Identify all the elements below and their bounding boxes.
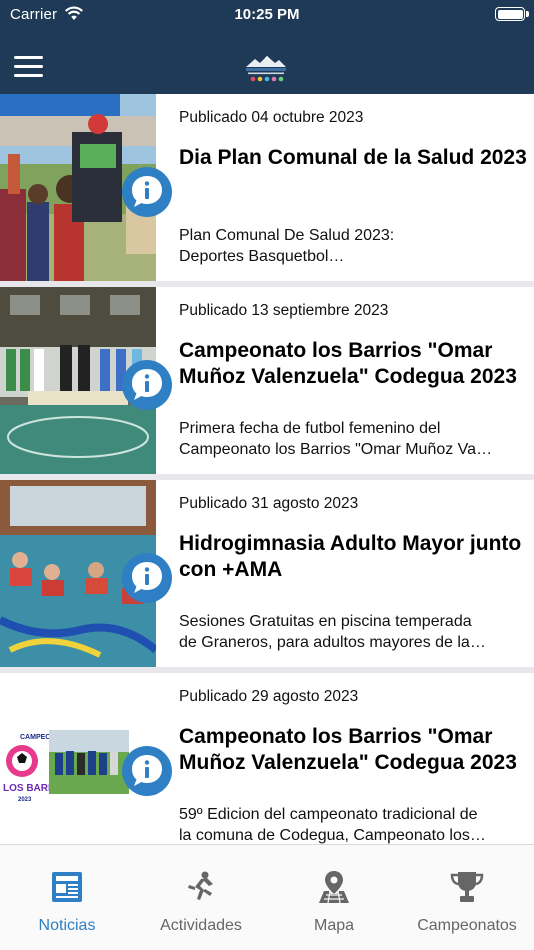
news-excerpt-line: Primera fecha de futbol femenino del	[179, 420, 441, 437]
app-header: Carrier 10:25 PM	[0, 0, 534, 94]
news-title: Dia Plan Comunal de la Salud 2023	[179, 146, 527, 169]
tab-label: Campeonatos	[417, 917, 517, 934]
news-excerpt-line: Deportes Basquetbol…	[179, 248, 345, 265]
news-date: Publicado 29 agosto 2023	[179, 688, 359, 705]
info-icon[interactable]	[121, 359, 173, 411]
newspaper-icon	[52, 872, 82, 902]
runner-icon	[188, 871, 213, 900]
hamburger-menu-icon[interactable]	[14, 56, 43, 78]
news-date: Publicado 13 septiembre 2023	[179, 302, 389, 319]
news-card[interactable]: Publicado 13 septiembre 2023 Campeonato …	[0, 287, 534, 474]
news-excerpt-line: Campeonato los Barrios "Omar Muñoz Va…	[179, 441, 493, 458]
news-title: Campeonato los Barrios "Omar Muñoz Valen…	[179, 339, 517, 388]
tab-actividades[interactable]: Actividades	[134, 845, 268, 950]
status-bar: Carrier 10:25 PM	[0, 0, 534, 30]
info-icon[interactable]	[121, 552, 173, 604]
news-excerpt: Primera fecha de futbol femenino del Cam…	[179, 418, 524, 460]
news-excerpt-line: Plan Comunal De Salud 2023:	[179, 227, 395, 244]
tab-noticias[interactable]: Noticias	[0, 845, 134, 950]
app-logo	[246, 56, 286, 82]
clock: 10:25 PM	[234, 6, 300, 23]
bottom-tab-bar: Noticias Actividades Mapa Campeonatos	[0, 844, 534, 950]
battery-icon	[495, 7, 525, 21]
news-date: Publicado 31 agosto 2023	[179, 495, 359, 512]
news-card[interactable]: CAMPEONATO LOS BARRIOS 2023 Publicado 29…	[0, 673, 534, 844]
news-list[interactable]: Publicado 04 octubre 2023 Dia Plan Comun…	[0, 94, 534, 844]
news-excerpt-line: la comuna de Codegua, Campeonato los…	[179, 827, 486, 844]
news-date: Publicado 04 octubre 2023	[179, 109, 364, 126]
tab-label: Noticias	[38, 917, 96, 934]
app-screen: Carrier 10:25 PM Publicado 04 octubre 20…	[0, 0, 534, 950]
trophy-icon	[450, 872, 484, 902]
news-excerpt-line: 59º Edicion del campeonato tradicional d…	[179, 806, 478, 823]
tab-label: Actividades	[160, 917, 242, 934]
tab-campeonatos[interactable]: Campeonatos	[400, 845, 534, 950]
tab-label: Mapa	[313, 917, 355, 934]
map-pin-icon	[319, 871, 349, 904]
news-excerpt: 59º Edicion del campeonato tradicional d…	[179, 804, 524, 844]
news-card[interactable]: Publicado 04 octubre 2023 Dia Plan Comun…	[0, 94, 534, 281]
battery-cap	[526, 11, 529, 17]
news-card[interactable]: Publicado 31 agosto 2023 Hidrogimnasia A…	[0, 480, 534, 667]
news-excerpt-line: Sesiones Gratuitas en piscina temperada	[179, 613, 472, 630]
tab-mapa[interactable]: Mapa	[267, 845, 401, 950]
news-title: Hidrogimnasia Adulto Mayor junto con +AM…	[179, 532, 522, 581]
info-icon[interactable]	[121, 745, 173, 797]
news-title: Campeonato los Barrios "Omar Muñoz Valen…	[179, 725, 517, 774]
news-excerpt: Plan Comunal De Salud 2023: Deportes Bas…	[179, 225, 524, 267]
news-excerpt: Sesiones Gratuitas en piscina temperada …	[179, 611, 524, 653]
info-icon[interactable]	[121, 166, 173, 218]
news-excerpt-line: de Graneros, para adultos mayores de la…	[179, 634, 486, 651]
svg-text:2023: 2023	[18, 797, 32, 803]
